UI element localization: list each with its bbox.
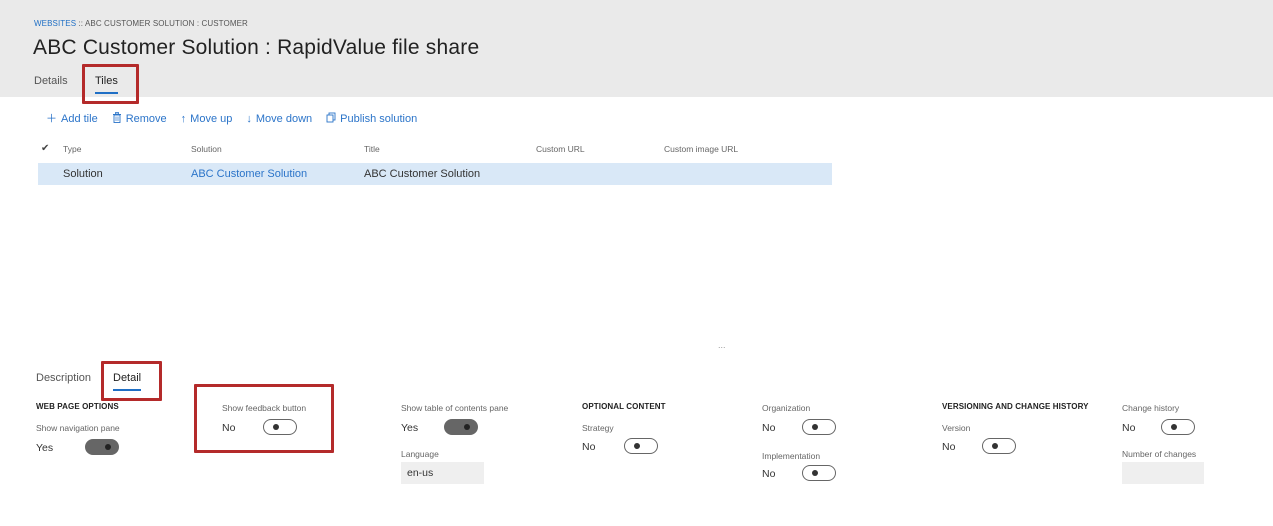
version-value: No	[942, 441, 956, 453]
change-history-toggle[interactable]	[1161, 419, 1195, 435]
breadcrumb: WEBSITES :: ABC CUSTOMER SOLUTION : CUST…	[34, 19, 248, 28]
column-header-title[interactable]: Title	[364, 144, 380, 154]
strategy-label: Strategy	[582, 423, 614, 433]
section-heading-optional-content: OPTIONAL CONTENT	[582, 402, 666, 411]
show-toc-pane-label: Show table of contents pane	[401, 403, 509, 413]
version-label: Version	[942, 423, 971, 433]
cell-solution-link[interactable]: ABC Customer Solution	[191, 168, 307, 180]
trash-icon	[112, 112, 122, 126]
implementation-toggle[interactable]	[802, 465, 836, 481]
column-header-custom-url[interactable]: Custom URL	[536, 144, 585, 154]
toggle-knob	[1171, 424, 1177, 430]
toggle-knob	[105, 444, 111, 450]
move-up-button[interactable]: ↑ Move up	[181, 113, 233, 125]
show-toc-pane-toggle[interactable]	[444, 419, 478, 435]
tab-details[interactable]: Details	[34, 75, 68, 87]
arrow-down-icon: ↓	[246, 112, 252, 125]
version-toggle[interactable]	[982, 438, 1016, 454]
organization-toggle[interactable]	[802, 419, 836, 435]
change-history-label: Change history	[1122, 403, 1180, 413]
highlight-box-tiles-tab	[82, 64, 139, 104]
toggle-knob	[812, 470, 818, 476]
toggle-knob	[812, 424, 818, 430]
add-tile-label: Add tile	[61, 113, 98, 125]
column-header-custom-image-url[interactable]: Custom image URL	[664, 144, 738, 154]
show-toc-pane-value: Yes	[401, 422, 419, 434]
publish-icon	[326, 112, 336, 126]
tab-description[interactable]: Description	[36, 372, 91, 384]
highlight-box-feedback-button	[194, 384, 334, 453]
add-tile-button[interactable]: ＋ Add tile	[46, 113, 98, 125]
organization-value: No	[762, 422, 776, 434]
remove-button[interactable]: Remove	[112, 112, 167, 126]
publish-solution-button[interactable]: Publish solution	[326, 112, 417, 126]
number-of-changes-label: Number of changes	[1122, 449, 1197, 459]
strategy-toggle[interactable]	[624, 438, 658, 454]
move-down-label: Move down	[255, 113, 313, 125]
publish-solution-label: Publish solution	[340, 113, 418, 125]
number-of-changes-field	[1122, 462, 1204, 484]
show-navigation-pane-toggle[interactable]	[85, 439, 119, 455]
move-up-label: Move up	[190, 113, 233, 125]
breadcrumb-path: :: ABC CUSTOMER SOLUTION : CUSTOMER	[76, 19, 248, 28]
organization-label: Organization	[762, 403, 811, 413]
column-header-solution[interactable]: Solution	[191, 144, 222, 154]
remove-label: Remove	[125, 113, 167, 125]
breadcrumb-websites-link[interactable]: WEBSITES	[34, 19, 76, 28]
toggle-knob	[634, 443, 640, 449]
page-title: ABC Customer Solution : RapidValue file …	[33, 36, 480, 59]
implementation-value: No	[762, 468, 776, 480]
section-heading-web-page-options: WEB PAGE OPTIONS	[36, 402, 119, 411]
toggle-knob	[992, 443, 998, 449]
language-label: Language	[401, 449, 439, 459]
toggle-knob	[464, 424, 470, 430]
tiles-grid-header: ✔ Type Solution Title Custom URL Custom …	[38, 143, 832, 158]
show-navigation-pane-label: Show navigation pane	[36, 423, 120, 433]
more-indicator[interactable]: ...	[718, 340, 726, 350]
move-down-button[interactable]: ↓ Move down	[246, 113, 312, 125]
plus-icon: ＋	[46, 112, 57, 125]
tiles-toolbar: ＋ Add tile Remove ↑ Move up ↓ Move down …	[46, 111, 417, 127]
implementation-label: Implementation	[762, 451, 821, 461]
language-field[interactable]: en-us	[401, 462, 484, 484]
section-heading-versioning: VERSIONING AND CHANGE HISTORY	[942, 402, 1089, 411]
show-navigation-pane-value: Yes	[36, 442, 54, 454]
table-row[interactable]: Solution ABC Customer Solution ABC Custo…	[38, 163, 832, 185]
select-all-checkmark[interactable]: ✔	[41, 143, 49, 154]
strategy-value: No	[582, 441, 596, 453]
arrow-up-icon: ↑	[180, 112, 187, 125]
column-header-type[interactable]: Type	[63, 144, 81, 154]
cell-title: ABC Customer Solution	[364, 168, 481, 180]
cell-type: Solution	[63, 168, 103, 180]
highlight-box-detail-tab	[101, 361, 162, 401]
change-history-value: No	[1122, 422, 1136, 434]
